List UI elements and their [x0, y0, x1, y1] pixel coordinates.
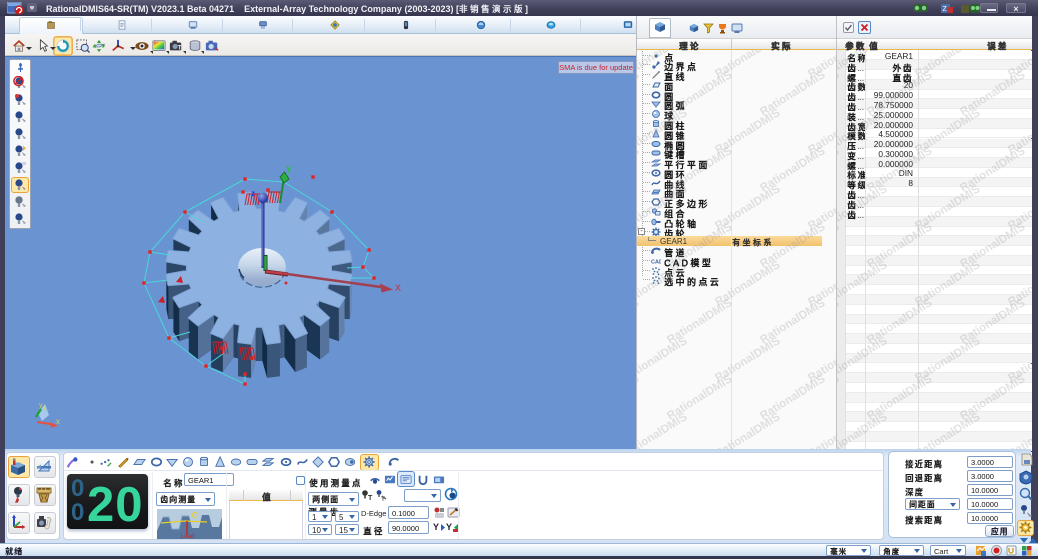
- svg-text:RationalDMIS: RationalDMIS: [958, 145, 1027, 195]
- svg-text:RationalDMIS: RationalDMIS: [837, 221, 842, 271]
- svg-text:Y: Y: [286, 165, 292, 175]
- svg-text:z: z: [251, 189, 255, 198]
- svg-text:RationalDMIS: RationalDMIS: [637, 373, 642, 423]
- svg-text:RationalDMIS: RationalDMIS: [806, 183, 837, 233]
- svg-text:RationalDMIS: RationalDMIS: [837, 335, 890, 385]
- svg-text:Lead: Lead: [181, 534, 194, 539]
- svg-text:RationalDMIS: RationalDMIS: [713, 335, 782, 385]
- svg-text:Y: Y: [381, 497, 385, 501]
- svg-text:RationalDMIS: RationalDMIS: [758, 221, 827, 271]
- svg-text:RationalDMIS: RationalDMIS: [713, 50, 782, 81]
- svg-text:RationalDMIS: RationalDMIS: [806, 411, 837, 449]
- svg-text:RationalDMIS: RationalDMIS: [837, 50, 890, 81]
- svg-text:RationalDMIS: RationalDMIS: [665, 145, 734, 195]
- svg-text:RationalDMIS: RationalDMIS: [806, 259, 837, 309]
- svg-text:Z: Z: [943, 6, 948, 13]
- svg-text:RationalDMIS: RationalDMIS: [958, 373, 1027, 423]
- svg-text:RationalDMIS: RationalDMIS: [865, 373, 934, 423]
- svg-text:RationalDMIS: RationalDMIS: [958, 221, 1027, 271]
- svg-text:RationalDMIS: RationalDMIS: [758, 145, 827, 195]
- svg-text:RationalDMIS: RationalDMIS: [637, 145, 642, 195]
- svg-text:RationalDMIS: RationalDMIS: [806, 335, 837, 385]
- svg-text:RationalDMIS: RationalDMIS: [713, 411, 782, 449]
- svg-text:RationalDMIS: RationalDMIS: [1006, 335, 1032, 385]
- svg-text:RationalDMIS: RationalDMIS: [713, 259, 782, 309]
- svg-text:RationalDMIS: RationalDMIS: [837, 411, 890, 449]
- svg-text:RationalDMIS: RationalDMIS: [637, 411, 690, 449]
- svg-text:RationalDMIS: RationalDMIS: [837, 107, 890, 157]
- svg-text:x: x: [56, 417, 60, 426]
- svg-text:RationalDMIS: RationalDMIS: [865, 69, 934, 119]
- svg-text:RationalDMIS: RationalDMIS: [758, 373, 827, 423]
- svg-text:RationalDMIS: RationalDMIS: [865, 221, 934, 271]
- svg-text:RationalDMIS: RationalDMIS: [913, 411, 982, 449]
- svg-text:RationalDMIS: RationalDMIS: [713, 107, 782, 157]
- svg-text:RationalDMIS: RationalDMIS: [637, 69, 642, 119]
- svg-text:RationalDMIS: RationalDMIS: [637, 221, 642, 271]
- svg-text:RationalDMIS: RationalDMIS: [665, 69, 734, 119]
- svg-text:RationalDMIS: RationalDMIS: [913, 259, 982, 309]
- svg-text:RationalDMIS: RationalDMIS: [913, 183, 982, 233]
- svg-text:RationalDMIS: RationalDMIS: [637, 297, 642, 347]
- svg-text:RationalDMIS: RationalDMIS: [1006, 259, 1032, 309]
- svg-text:RationalDMIS: RationalDMIS: [837, 183, 890, 233]
- svg-text:RationalDMIS: RationalDMIS: [758, 297, 827, 347]
- svg-text:Y: Y: [433, 522, 439, 532]
- svg-text:z: z: [43, 405, 47, 412]
- svg-text:RationalDMIS: RationalDMIS: [913, 50, 982, 81]
- svg-text:RationalDMIS: RationalDMIS: [865, 297, 934, 347]
- svg-text:RationalDMIS: RationalDMIS: [637, 335, 690, 385]
- svg-text:RationalDMIS: RationalDMIS: [1006, 50, 1032, 81]
- svg-text:RationalDMIS: RationalDMIS: [665, 373, 734, 423]
- svg-text:T: T: [368, 495, 373, 501]
- svg-text:X: X: [395, 283, 401, 293]
- svg-text:RationalDMIS: RationalDMIS: [637, 50, 690, 81]
- svg-text:RationalDMIS: RationalDMIS: [913, 107, 982, 157]
- svg-text:RationalDMIS: RationalDMIS: [637, 107, 690, 157]
- svg-text:RationalDMIS: RationalDMIS: [865, 145, 934, 195]
- svg-text:RationalDMIS: RationalDMIS: [637, 259, 690, 309]
- svg-text:RationalDMIS: RationalDMIS: [837, 145, 842, 195]
- svg-text:RationalDMIS: RationalDMIS: [806, 107, 837, 157]
- svg-text:T: T: [178, 45, 182, 52]
- svg-text:RationalDMIS: RationalDMIS: [958, 297, 1027, 347]
- svg-text:RationalDMIS: RationalDMIS: [837, 69, 842, 119]
- svg-text:RationalDMIS: RationalDMIS: [1006, 183, 1032, 233]
- svg-text:RationalDMIS: RationalDMIS: [913, 335, 982, 385]
- svg-text:RationalDMIS: RationalDMIS: [665, 297, 734, 347]
- svg-text:RationalDMIS: RationalDMIS: [958, 69, 1027, 119]
- svg-text:RationalDMIS: RationalDMIS: [713, 183, 782, 233]
- svg-text:RationalDMIS: RationalDMIS: [837, 259, 890, 309]
- svg-text:RationalDMIS: RationalDMIS: [665, 221, 734, 271]
- svg-text:RationalDMIS: RationalDMIS: [806, 50, 837, 81]
- svg-text:RationalDMIS: RationalDMIS: [1006, 107, 1032, 157]
- svg-text:RationalDMIS: RationalDMIS: [637, 183, 690, 233]
- svg-text:RationalDMIS: RationalDMIS: [837, 373, 842, 423]
- svg-text:RationalDMIS: RationalDMIS: [1006, 411, 1032, 449]
- svg-text:Y: Y: [446, 522, 452, 532]
- svg-text:RationalDMIS: RationalDMIS: [837, 297, 842, 347]
- svg-text:RationalDMIS: RationalDMIS: [758, 69, 827, 119]
